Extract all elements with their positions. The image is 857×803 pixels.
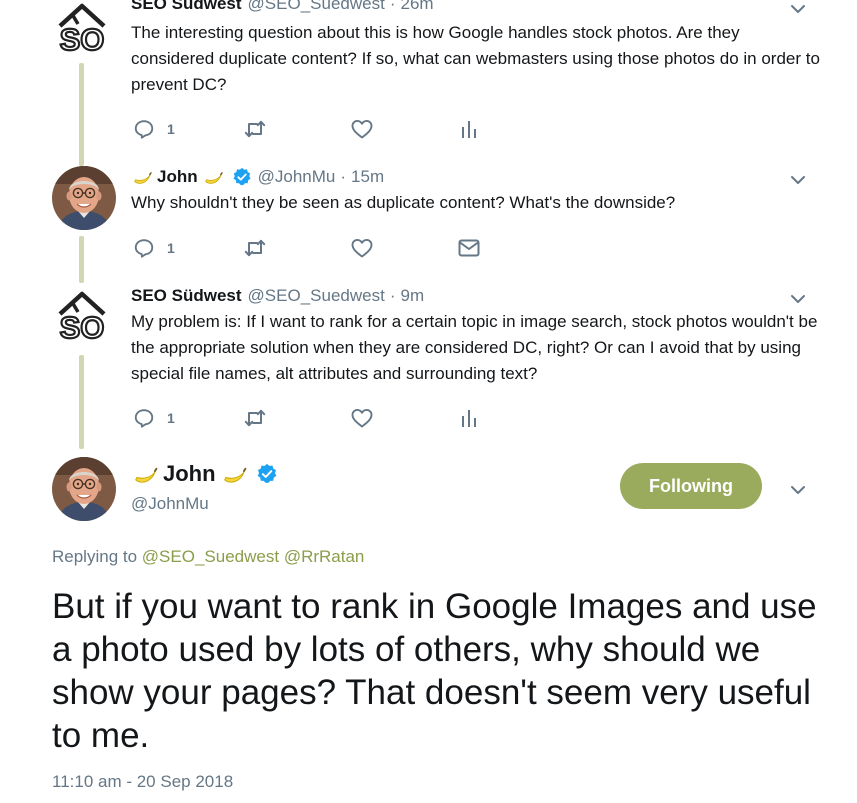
- seo-logo-icon: [50, 286, 114, 350]
- like-icon: [350, 236, 374, 260]
- analytics-button[interactable]: [457, 406, 481, 430]
- reply-count: 1: [167, 121, 175, 137]
- like-button[interactable]: [350, 406, 374, 430]
- separator-dot: ·: [389, 286, 396, 305]
- tweet-header: John @JohnMu · 15m: [131, 166, 384, 188]
- retweet-icon: [243, 117, 267, 141]
- tweet-text: My problem is: If I want to rank for a c…: [131, 312, 818, 383]
- banana-emoji: [131, 166, 153, 188]
- retweet-icon: [243, 236, 267, 260]
- display-name[interactable]: John: [157, 167, 198, 187]
- avatar[interactable]: [52, 166, 116, 230]
- tweet-actions: 1: [131, 117, 491, 141]
- banana-emoji: [131, 460, 159, 488]
- separator-dot: ·: [389, 0, 396, 13]
- retweet-button[interactable]: [243, 117, 267, 141]
- tweet-time[interactable]: 15m: [351, 167, 384, 187]
- tweet-actions: 1: [131, 406, 491, 430]
- following-button[interactable]: Following: [620, 463, 762, 509]
- reply-count: 1: [167, 410, 175, 426]
- avatar[interactable]: [50, 0, 114, 62]
- john-avatar-image: [52, 457, 116, 521]
- thread-line: [79, 355, 84, 449]
- reply-icon: [133, 237, 155, 259]
- user-handle[interactable]: @JohnMu: [131, 494, 209, 514]
- mention-link[interactable]: @SEO_Suedwest: [142, 547, 279, 566]
- reply-count: 1: [167, 240, 175, 256]
- display-name[interactable]: John: [163, 461, 216, 487]
- retweet-icon: [243, 406, 267, 430]
- display-name[interactable]: SEO Südwest: [131, 286, 242, 306]
- chevron-down-icon[interactable]: [788, 170, 808, 190]
- banana-emoji: [202, 166, 224, 188]
- user-handle[interactable]: @SEO_Suedwest: [248, 286, 385, 306]
- mention-link[interactable]: @RrRatan: [284, 547, 365, 566]
- thread-line: [79, 63, 84, 166]
- replying-prefix: Replying to: [52, 547, 138, 566]
- retweet-button[interactable]: [243, 406, 267, 430]
- like-button[interactable]: [350, 117, 374, 141]
- display-name[interactable]: SEO Südwest: [131, 0, 242, 14]
- like-icon: [350, 117, 374, 141]
- user-handle[interactable]: @SEO_Suedwest: [248, 0, 385, 14]
- chevron-down-icon[interactable]: [788, 289, 808, 309]
- separator-dot: ·: [340, 167, 347, 186]
- avatar[interactable]: [50, 286, 114, 350]
- thread-line: [79, 236, 84, 283]
- tweet-actions: 1: [131, 236, 491, 260]
- banana-emoji: [220, 460, 248, 488]
- chevron-down-icon[interactable]: [788, 480, 808, 500]
- chevron-down-icon[interactable]: [788, 0, 808, 19]
- analytics-icon: [457, 406, 481, 430]
- reply-button[interactable]: 1: [133, 117, 175, 141]
- main-tweet-header: John: [131, 460, 278, 488]
- reply-button[interactable]: 1: [133, 236, 175, 260]
- like-button[interactable]: [350, 236, 374, 260]
- analytics-button[interactable]: [457, 117, 481, 141]
- direct-message-button[interactable]: [457, 236, 481, 260]
- verified-badge-icon: [232, 167, 252, 187]
- main-tweet-text: But if you want to rank in Google Images…: [52, 587, 817, 755]
- analytics-icon: [457, 117, 481, 141]
- message-icon: [457, 236, 481, 260]
- avatar[interactable]: [52, 457, 116, 521]
- tweet-text: The interesting question about this is h…: [131, 23, 820, 94]
- seo-logo-icon: [50, 0, 114, 62]
- verified-badge-icon: [256, 463, 278, 485]
- replying-to: Replying to @SEO_Suedwest @RrRatan: [52, 547, 364, 567]
- tweet-timestamp[interactable]: 11:10 am - 20 Sep 2018: [52, 772, 233, 792]
- tweet-header: SEO Südwest @SEO_Suedwest · 26m: [131, 0, 434, 14]
- user-handle[interactable]: @JohnMu: [258, 167, 336, 187]
- reply-icon: [133, 118, 155, 140]
- like-icon: [350, 406, 374, 430]
- tweet-time[interactable]: 26m: [400, 0, 433, 14]
- main-handle-row: @JohnMu: [131, 494, 209, 514]
- reply-button[interactable]: 1: [133, 406, 175, 430]
- tweet-time[interactable]: 9m: [400, 286, 424, 306]
- john-avatar-image: [52, 166, 116, 230]
- tweet-text: Why shouldn't they be seen as duplicate …: [131, 193, 676, 212]
- retweet-button[interactable]: [243, 236, 267, 260]
- reply-icon: [133, 407, 155, 429]
- tweet-header: SEO Südwest @SEO_Suedwest · 9m: [131, 286, 424, 306]
